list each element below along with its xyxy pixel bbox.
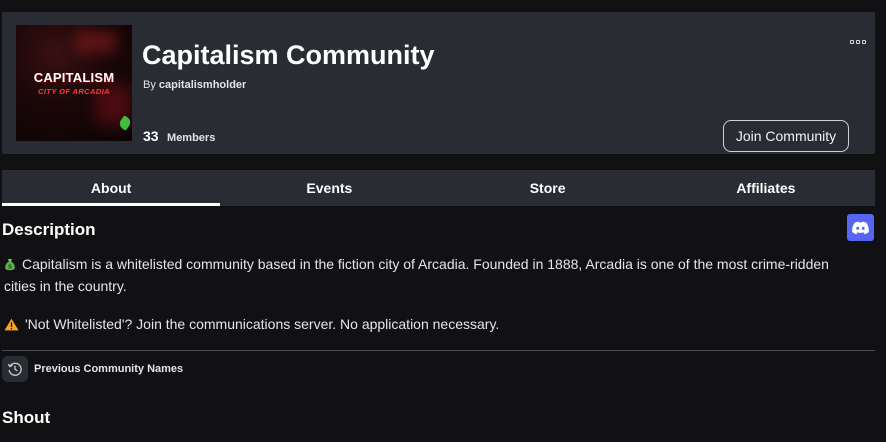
member-count-value: 33 [143, 128, 159, 144]
description-text-2: 'Not Whitelisted'? Join the communicatio… [25, 316, 500, 332]
shout-heading: Shout [2, 408, 51, 427]
thumbnail-glow [76, 31, 116, 53]
warning-icon [4, 316, 19, 336]
description-paragraph: $ Capitalism is a whitelisted community … [4, 254, 854, 296]
previous-names-label: Previous Community Names [34, 363, 184, 375]
community-title: Capitalism Community [142, 40, 435, 70]
tab-events[interactable]: Events [220, 170, 438, 206]
history-icon [2, 356, 28, 382]
thumbnail-title: CAPITALISM [33, 70, 115, 85]
tab-affiliates[interactable]: Affiliates [657, 170, 875, 206]
thumbnail-subtitle: CITY OF ARCADIA [38, 87, 110, 96]
description-paragraph: 'Not Whitelisted'? Join the communicatio… [4, 314, 854, 336]
description-heading: Description [2, 220, 96, 239]
svg-text:$: $ [8, 264, 12, 271]
join-community-button[interactable]: Join Community [723, 120, 849, 152]
by-prefix: By [143, 79, 156, 91]
community-header: CAPITALISM CITY OF ARCADIA Capitalism Co… [2, 12, 875, 154]
owner-link[interactable]: capitalismholder [159, 79, 246, 91]
discord-icon[interactable] [847, 214, 874, 241]
money-bag-icon: $ [4, 256, 16, 276]
previous-names-button[interactable]: Previous Community Names [2, 356, 183, 382]
tab-store[interactable]: Store [439, 170, 657, 206]
tab-about[interactable]: About [2, 170, 221, 206]
description-text-1: Capitalism is a whitelisted community ba… [4, 256, 829, 294]
member-count: 33 Members [143, 128, 215, 146]
community-thumbnail: CAPITALISM CITY OF ARCADIA [16, 25, 132, 141]
community-tabs: About Events Store Affiliates [2, 170, 875, 206]
member-count-label: Members [167, 132, 216, 144]
section-divider [2, 350, 875, 351]
more-options-icon[interactable] [850, 38, 866, 46]
community-byline: By capitalismholder [143, 79, 246, 91]
